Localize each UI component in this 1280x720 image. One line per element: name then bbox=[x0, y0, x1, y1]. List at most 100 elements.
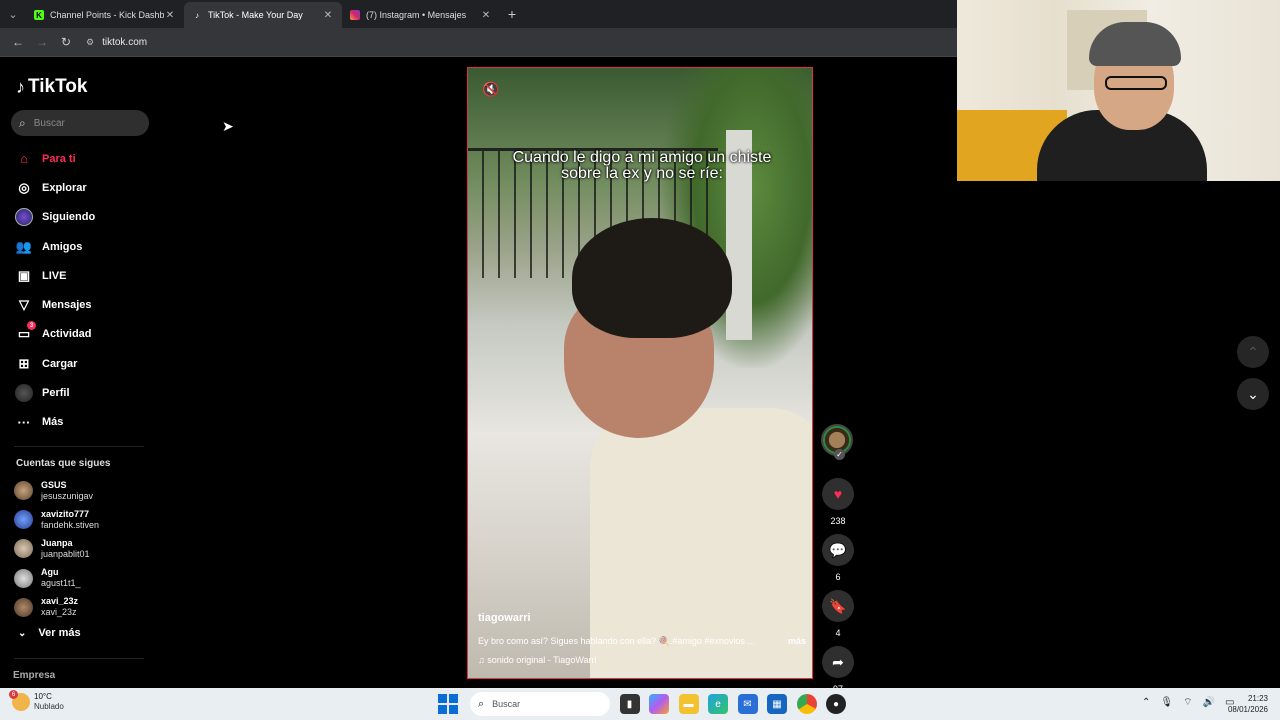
volume-icon[interactable]: 🔊 bbox=[1203, 697, 1215, 708]
microphone-icon[interactable]: 🎙 bbox=[1160, 697, 1173, 708]
menu-item-amigos[interactable]: 👥 Amigos bbox=[14, 232, 154, 261]
menu-item-siguiendo[interactable]: Siguiendo bbox=[14, 203, 154, 232]
following-item[interactable]: GSUS jesuszunigav bbox=[14, 476, 154, 505]
avatar bbox=[14, 568, 33, 588]
close-tab-icon[interactable]: ✕ bbox=[164, 10, 176, 21]
video-meta: tiagowarri Ey bro como así? Sigues habla… bbox=[478, 612, 808, 665]
forward-arrow-icon[interactable]: → bbox=[30, 35, 54, 49]
following-item[interactable]: xavizito777 fandehk.stiven bbox=[14, 505, 154, 534]
avatar bbox=[14, 510, 33, 530]
close-tab-icon[interactable]: ✕ bbox=[322, 10, 334, 21]
menu-item-para-ti[interactable]: ⌂ Para ti bbox=[14, 144, 154, 173]
wifi-icon[interactable]: ⌔ bbox=[1183, 696, 1192, 709]
like-action[interactable]: ♥ 238 bbox=[821, 478, 855, 526]
edge-icon[interactable]: e bbox=[708, 694, 728, 714]
share-action[interactable]: ➦ 97 bbox=[821, 646, 855, 694]
obs-icon[interactable]: ● bbox=[826, 694, 846, 714]
tab-title: (7) Instagram • Mensajes bbox=[366, 10, 467, 20]
menu-item-perfil[interactable]: Perfil bbox=[14, 378, 154, 407]
video-player[interactable]: 🔇 Cuando le digo a mi amigo un chiste so… bbox=[467, 67, 813, 679]
back-arrow-icon[interactable]: ← bbox=[6, 35, 30, 49]
share-icon[interactable]: ➦ bbox=[822, 646, 854, 678]
tab-search-chevron-icon[interactable]: ⌄ bbox=[0, 0, 26, 28]
message-icon: ▽ bbox=[19, 297, 29, 313]
tab-kick[interactable]: K Channel Points - Kick Dashboa ✕ bbox=[26, 2, 184, 28]
menu-label: Mensajes bbox=[42, 299, 92, 312]
search-icon: ⌕ bbox=[478, 697, 485, 710]
video-description: Ey bro como así? Sigues hablando con ell… bbox=[478, 636, 755, 646]
webcam-streamer-cap bbox=[1089, 22, 1181, 66]
url-field[interactable]: ⚙ tiktok.com bbox=[86, 31, 916, 53]
chevron-up-icon[interactable]: ⌃ bbox=[1142, 697, 1150, 708]
site-settings-icon[interactable]: ⚙ bbox=[86, 37, 94, 48]
logo-text: TikTok bbox=[28, 76, 88, 97]
divider bbox=[14, 658, 144, 659]
save-action[interactable]: 🔖 4 bbox=[821, 590, 855, 638]
weather-badge: 6 bbox=[9, 690, 18, 699]
copilot-icon[interactable] bbox=[649, 694, 669, 714]
tab-tiktok[interactable]: ♪ TikTok - Make Your Day ✕ bbox=[184, 2, 342, 28]
tiktok-icon: ♪ bbox=[195, 10, 199, 20]
search-input[interactable]: ⌕ Buscar bbox=[11, 110, 149, 136]
more-button[interactable]: más bbox=[788, 636, 806, 647]
video-scene-hair bbox=[572, 218, 732, 338]
menu-item-mas[interactable]: ··· Más bbox=[14, 408, 154, 437]
search-icon: ⌕ bbox=[19, 115, 26, 130]
reload-icon[interactable]: ↻ bbox=[54, 35, 78, 49]
menu-label: Más bbox=[42, 416, 64, 429]
following-item[interactable]: xavi_23z xavi_23z bbox=[14, 593, 154, 622]
avatar bbox=[14, 481, 33, 501]
store-icon[interactable]: ▦ bbox=[767, 694, 787, 714]
menu-item-actividad[interactable]: ▭ 3 Actividad bbox=[14, 320, 154, 349]
video-author[interactable]: tiagowarri bbox=[478, 612, 808, 624]
comment-icon[interactable]: 💬 bbox=[822, 534, 854, 566]
menu-item-mensajes[interactable]: ▽ Mensajes bbox=[14, 290, 154, 319]
chrome-icon[interactable] bbox=[796, 694, 817, 714]
see-more-button[interactable]: ⌄ Ver más bbox=[18, 627, 81, 639]
taskbar-search-input[interactable]: ⌕ Buscar bbox=[470, 692, 610, 716]
sound-row[interactable]: ♫ sonido original - TiagoWarri bbox=[478, 655, 808, 665]
task-view-icon[interactable]: ▮ bbox=[619, 694, 640, 714]
clock-time: 21:23 bbox=[1247, 694, 1268, 703]
menu-item-live[interactable]: ▣ LIVE bbox=[14, 261, 154, 290]
more-icon: ··· bbox=[17, 414, 31, 430]
windows-start-icon[interactable] bbox=[438, 694, 458, 714]
see-more-label: Ver más bbox=[38, 627, 81, 639]
follow-check-icon[interactable]: ✓ bbox=[834, 449, 845, 460]
compass-icon: ◎ bbox=[18, 179, 30, 195]
following-item[interactable]: Juanpa juanpablit01 bbox=[14, 534, 154, 563]
menu-item-explorar[interactable]: ◎ Explorar bbox=[14, 173, 154, 202]
menu-item-cargar[interactable]: ⊞ Cargar bbox=[14, 349, 154, 378]
file-explorer-icon[interactable]: ▬ bbox=[678, 694, 699, 714]
profile-avatar-icon bbox=[14, 383, 34, 403]
tab-instagram[interactable]: (7) Instagram • Mensajes ✕ bbox=[342, 2, 500, 28]
weather-widget[interactable]: 6 10°C Nublado bbox=[9, 690, 64, 712]
comment-action[interactable]: 💬 6 bbox=[821, 534, 855, 582]
comment-count: 6 bbox=[835, 572, 841, 582]
outlook-icon[interactable]: ✉ bbox=[737, 694, 758, 714]
weather-icon: 6 bbox=[9, 690, 30, 711]
menu-label: Amigos bbox=[42, 240, 83, 253]
creator-avatar[interactable]: ✓ bbox=[821, 424, 853, 460]
action-bar: ✓ ♥ 238 💬 6 🔖 4 ➦ 97 bbox=[821, 424, 855, 694]
tab-title: TikTok - Make Your Day bbox=[208, 10, 303, 20]
clock-date: 08/01/2026 bbox=[1227, 705, 1268, 714]
music-note-icon: ♫ bbox=[478, 655, 488, 665]
following-item[interactable]: Agu agust1t1_ bbox=[14, 564, 154, 593]
menu-label: Siguiendo bbox=[42, 211, 96, 224]
mute-icon[interactable]: 🔇 bbox=[482, 81, 499, 98]
new-tab-button[interactable]: + bbox=[500, 6, 524, 22]
kick-icon: K bbox=[34, 10, 44, 20]
divider bbox=[14, 446, 144, 447]
close-tab-icon[interactable]: ✕ bbox=[480, 10, 492, 21]
heart-icon[interactable]: ♥ bbox=[822, 478, 854, 510]
company-link[interactable]: Empresa bbox=[13, 670, 55, 681]
bookmark-icon[interactable]: 🔖 bbox=[822, 590, 854, 622]
clock[interactable]: 21:23 08/01/2026 bbox=[1224, 693, 1268, 715]
avatar bbox=[14, 539, 33, 559]
chevron-down-icon[interactable]: ⌄ bbox=[1237, 378, 1269, 410]
tiktok-logo[interactable]: ♪ TikTok bbox=[16, 76, 87, 98]
sound-label: sonido original - TiagoWarri bbox=[487, 655, 597, 665]
chevron-up-icon[interactable]: ⌃ bbox=[1237, 336, 1269, 368]
webcam-overlay bbox=[957, 0, 1280, 181]
